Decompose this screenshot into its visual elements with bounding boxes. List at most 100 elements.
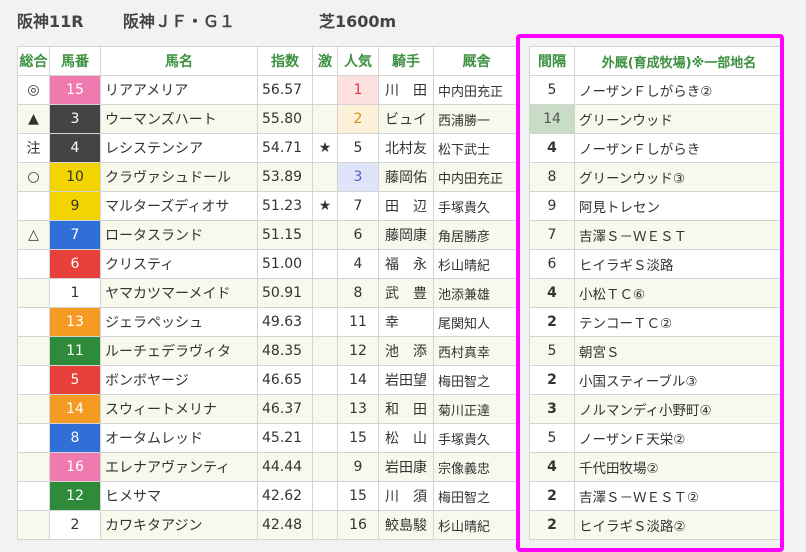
cell-geki: ★ [312,191,338,221]
cell-shisu: 42.62 [257,481,313,511]
cell-kishu: 福 永 [378,249,434,279]
cell-umaban: 10 [49,162,101,192]
cell-umaban: 3 [49,104,101,134]
cell-kyusha: 宗像義忠 [433,452,520,482]
cell-shisu: 48.35 [257,336,313,366]
cell-bamei: ヤマカツマーメイド [100,278,258,308]
cell-shisu: 45.21 [257,423,313,453]
race-number: 阪神11R [17,12,84,31]
cell-kyusha: 杉山晴紀 [433,510,520,540]
cell-shisu: 42.48 [257,510,313,540]
cell-bamei: エレナアヴァンティ [100,452,258,482]
cell-bamei: リアアメリア [100,75,258,105]
cell-ninki: 13 [337,394,379,424]
cell-bamei: ロータスランド [100,220,258,250]
cell-shisu: 44.44 [257,452,313,482]
cell-kyusha: 角居勝彦 [433,220,520,250]
cell-geki [312,220,338,250]
cell-kyusha: 中内田充正 [433,162,520,192]
cell-kishu: 鮫島駿 [378,510,434,540]
cell-umaban: 8 [49,423,101,453]
cell-ninki: 8 [337,278,379,308]
cell-geki [312,278,338,308]
cell-bamei: ウーマンズハート [100,104,258,134]
cell-kyusha: 中内田充正 [433,75,520,105]
cell-geki [312,510,338,540]
cell-shisu: 50.91 [257,278,313,308]
cell-kishu: 藤岡佑 [378,162,434,192]
cell-bamei: クラヴァシュドール [100,162,258,192]
cell-ninki: 12 [337,336,379,366]
col-kyusha: 厩舎 [433,46,520,76]
cell-umaban: 9 [49,191,101,221]
cell-shisu: 46.65 [257,365,313,395]
cell-bamei: クリスティ [100,249,258,279]
cell-ninki: 7 [337,191,379,221]
cell-bamei: スウィートメリナ [100,394,258,424]
cell-kyusha: 尾関知人 [433,307,520,337]
cell-sogo: ▲ [17,104,50,134]
cell-shisu: 51.00 [257,249,313,279]
cell-umaban: 2 [49,510,101,540]
cell-kishu: 川 田 [378,75,434,105]
col-kishu: 騎手 [378,46,434,76]
cell-kishu: 川 須 [378,481,434,511]
cell-sogo: ◎ [17,75,50,105]
cell-ninki: 4 [337,249,379,279]
cell-ninki: 14 [337,365,379,395]
cell-shisu: 55.80 [257,104,313,134]
cell-sogo [17,394,50,424]
cell-sogo [17,510,50,540]
col-sogo: 総合 [17,46,50,76]
cell-geki [312,75,338,105]
cell-bamei: レシステンシア [100,133,258,163]
cell-kishu: 岩田康 [378,452,434,482]
cell-shisu: 51.23 [257,191,313,221]
highlight-box [516,34,784,552]
cell-umaban: 5 [49,365,101,395]
cell-ninki: 1 [337,75,379,105]
cell-geki: ★ [312,133,338,163]
cell-kyusha: 西村真幸 [433,336,520,366]
cell-sogo [17,365,50,395]
cell-kishu: 田 辺 [378,191,434,221]
cell-kyusha: 杉山晴紀 [433,249,520,279]
cell-bamei: ヒメサマ [100,481,258,511]
cell-kyusha: 松下武士 [433,133,520,163]
cell-geki [312,481,338,511]
cell-umaban: 11 [49,336,101,366]
cell-umaban: 16 [49,452,101,482]
cell-ninki: 11 [337,307,379,337]
cell-sogo [17,336,50,366]
cell-kyusha: 池添兼雄 [433,278,520,308]
cell-geki [312,336,338,366]
cell-ninki: 15 [337,423,379,453]
cell-sogo [17,481,50,511]
cell-ninki: 3 [337,162,379,192]
cell-geki [312,249,338,279]
cell-shisu: 46.37 [257,394,313,424]
cell-bamei: ジェラペッシュ [100,307,258,337]
cell-ninki: 5 [337,133,379,163]
cell-umaban: 4 [49,133,101,163]
cell-sogo [17,307,50,337]
col-shisu: 指数 [257,46,313,76]
cell-kyusha: 西浦勝一 [433,104,520,134]
cell-sogo [17,278,50,308]
cell-umaban: 1 [49,278,101,308]
cell-kishu: 和 田 [378,394,434,424]
cell-shisu: 54.71 [257,133,313,163]
cell-geki [312,307,338,337]
cell-sogo [17,423,50,453]
race-course: 芝1600m [319,12,397,31]
col-bamei: 馬名 [100,46,258,76]
cell-shisu: 51.15 [257,220,313,250]
cell-ninki: 9 [337,452,379,482]
cell-shisu: 56.57 [257,75,313,105]
cell-sogo: △ [17,220,50,250]
cell-umaban: 7 [49,220,101,250]
cell-geki [312,162,338,192]
cell-sogo [17,452,50,482]
cell-kishu: 藤岡康 [378,220,434,250]
cell-shisu: 49.63 [257,307,313,337]
